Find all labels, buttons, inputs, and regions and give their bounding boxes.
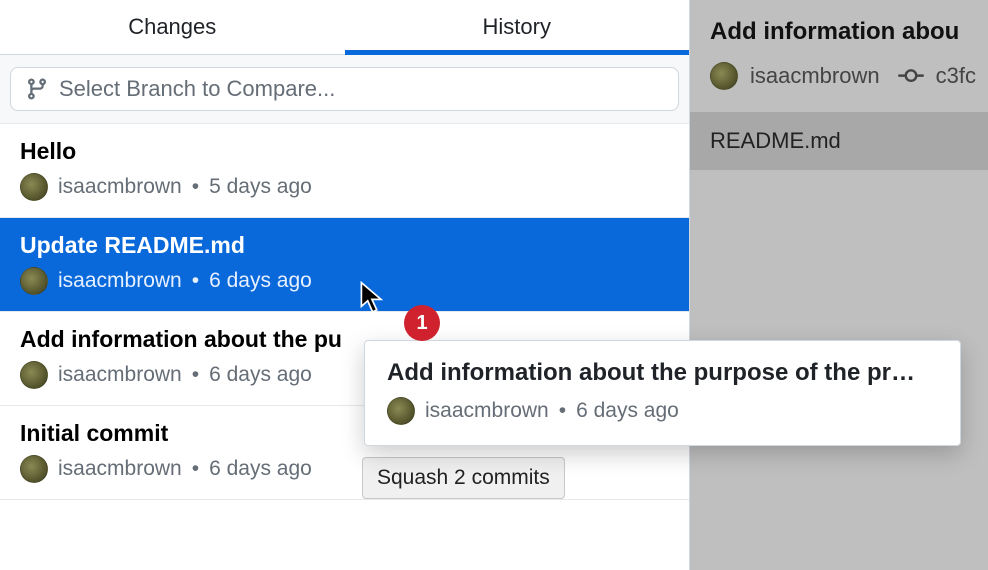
changed-file-row[interactable]: README.md bbox=[690, 112, 988, 170]
commit-author: isaacmbrown bbox=[58, 457, 182, 481]
drag-count-badge: 1 bbox=[404, 305, 440, 341]
commit-author: isaacmbrown bbox=[58, 175, 182, 199]
commit-time: 6 days ago bbox=[209, 363, 312, 387]
commit-title: Hello bbox=[20, 138, 669, 165]
dot-separator: • bbox=[192, 175, 199, 199]
commit-time: 6 days ago bbox=[209, 457, 312, 481]
commit-meta: isaacmbrown • 5 days ago bbox=[20, 173, 669, 201]
dot-separator: • bbox=[192, 269, 199, 293]
squash-tooltip-text: Squash 2 commits bbox=[377, 466, 550, 489]
commit-detail-meta: isaacmbrown c3fc bbox=[710, 62, 968, 90]
commit-detail-author: isaacmbrown bbox=[750, 63, 880, 89]
tabs: Changes History bbox=[0, 0, 689, 55]
drag-count-value: 1 bbox=[416, 312, 427, 335]
git-commit-icon bbox=[898, 63, 924, 89]
avatar bbox=[20, 173, 48, 201]
avatar bbox=[387, 397, 415, 425]
avatar bbox=[710, 62, 738, 90]
branch-compare-select[interactable]: Select Branch to Compare... bbox=[10, 67, 679, 111]
tab-history[interactable]: History bbox=[345, 0, 690, 55]
commit-item-selected[interactable]: Update README.md isaacmbrown • 6 days ag… bbox=[0, 218, 689, 312]
commit-time: 5 days ago bbox=[209, 175, 312, 199]
avatar bbox=[20, 267, 48, 295]
dot-separator: • bbox=[192, 363, 199, 387]
branch-compare-container: Select Branch to Compare... bbox=[0, 55, 689, 124]
tab-changes[interactable]: Changes bbox=[0, 0, 345, 55]
drag-card-author: isaacmbrown bbox=[425, 399, 549, 423]
commit-meta: isaacmbrown • 6 days ago bbox=[20, 455, 669, 483]
commit-author: isaacmbrown bbox=[58, 363, 182, 387]
tab-changes-label: Changes bbox=[128, 14, 216, 40]
drag-preview-card: Add information about the purpose of the… bbox=[364, 340, 961, 446]
commit-title: Update README.md bbox=[20, 232, 669, 259]
dot-separator: • bbox=[559, 399, 566, 423]
commit-detail-header: Add information abou isaacmbrown c3fc bbox=[690, 0, 988, 90]
dot-separator: • bbox=[192, 457, 199, 481]
git-branch-icon bbox=[25, 77, 49, 101]
avatar bbox=[20, 361, 48, 389]
commit-author: isaacmbrown bbox=[58, 269, 182, 293]
avatar bbox=[20, 455, 48, 483]
commit-detail-title: Add information abou bbox=[710, 18, 968, 46]
commit-item[interactable]: Hello isaacmbrown • 5 days ago bbox=[0, 124, 689, 218]
commit-detail-sha: c3fc bbox=[936, 63, 976, 89]
left-panel: Changes History Select Branch to Compare… bbox=[0, 0, 690, 570]
drag-card-title: Add information about the purpose of the… bbox=[387, 359, 938, 387]
commit-meta: isaacmbrown • 6 days ago bbox=[20, 267, 669, 295]
branch-compare-placeholder: Select Branch to Compare... bbox=[59, 76, 335, 102]
changed-file-name: README.md bbox=[710, 128, 841, 153]
tab-history-label: History bbox=[483, 14, 551, 40]
drag-card-time: 6 days ago bbox=[576, 399, 679, 423]
drag-card-meta: isaacmbrown • 6 days ago bbox=[387, 397, 938, 425]
app-root: Changes History Select Branch to Compare… bbox=[0, 0, 988, 570]
commit-time: 6 days ago bbox=[209, 269, 312, 293]
cursor-icon bbox=[360, 281, 388, 315]
squash-tooltip: Squash 2 commits bbox=[362, 457, 565, 499]
right-panel: Add information abou isaacmbrown c3fc RE… bbox=[690, 0, 988, 570]
